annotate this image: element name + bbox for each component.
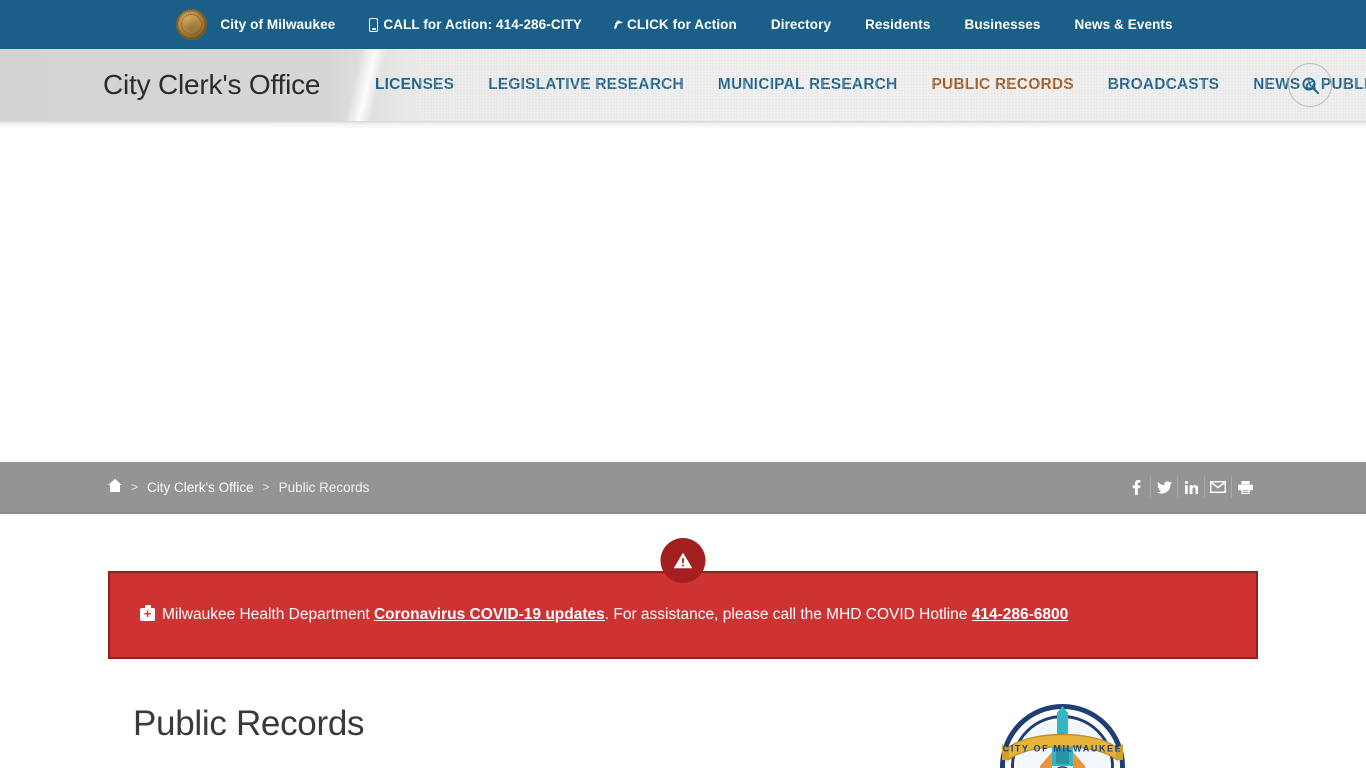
nav-item-broadcasts[interactable]: BROADCASTS	[1091, 76, 1236, 94]
city-clerk-seal-logo: CITY OF MILWAUKEE CO ERK	[1000, 704, 1125, 768]
email-icon	[1210, 481, 1226, 493]
utility-top-bar: City of Milwaukee CALL for Action: 414-2…	[0, 0, 1366, 49]
alert-text-middle: . For assistance, please call the MHD CO…	[604, 605, 972, 623]
nav-item-municipal-research[interactable]: MUNICIPAL RESEARCH	[701, 76, 915, 94]
page-title: Public Records	[133, 704, 365, 743]
main-navigation: LICENSES LEGISLATIVE RESEARCH MUNICIPAL …	[375, 76, 1366, 94]
covid-updates-link[interactable]: Coronavirus COVID-19 updates	[374, 606, 605, 623]
covid-alert-box: Milwaukee Health Department Coronavirus …	[108, 571, 1258, 659]
search-icon	[1301, 76, 1319, 94]
breadcrumb-separator-1: >	[131, 480, 139, 494]
share-email-button[interactable]	[1204, 476, 1231, 498]
medical-kit-icon	[140, 604, 155, 624]
breadcrumb-item-city-clerks-office[interactable]: City Clerk's Office	[147, 480, 254, 495]
topbar-item-city-of-milwaukee[interactable]: City of Milwaukee	[176, 9, 352, 40]
search-button[interactable]	[1288, 63, 1332, 107]
topbar-label-call: CALL for Action: 414-286-CITY	[383, 17, 583, 32]
page-site-title: City Clerk's Office	[103, 69, 321, 100]
breadcrumb: > City Clerk's Office > Public Records	[108, 479, 369, 495]
covid-hotline-phone-link[interactable]: 414-286-6800	[972, 606, 1069, 623]
alert-badge	[660, 538, 706, 583]
breadcrumb-separator-2: >	[262, 480, 270, 494]
alert-text-before: Milwaukee Health Department	[162, 605, 374, 623]
clerk-seal-icon: CITY OF MILWAUKEE CO ERK	[1000, 704, 1125, 768]
nav-item-legislative-research[interactable]: LEGISLATIVE RESEARCH	[471, 76, 701, 94]
hero-banner-area	[0, 129, 1366, 462]
topbar-item-news-events[interactable]: News & Events	[1058, 17, 1190, 32]
linkedin-icon	[1184, 480, 1198, 494]
home-icon	[108, 479, 122, 492]
share-facebook-button[interactable]	[1123, 476, 1150, 498]
facebook-icon	[1132, 479, 1141, 495]
site-header: City Clerk's Office LICENSES LEGISLATIVE…	[0, 49, 1366, 121]
topbar-label-city: City of Milwaukee	[220, 17, 336, 32]
share-twitter-button[interactable]	[1150, 476, 1177, 498]
page-content: Public Records CITY OF MILWAUKEE	[0, 659, 1366, 768]
topbar-item-click-for-action[interactable]: CLICK for Action	[599, 17, 754, 32]
alert-message: Milwaukee Health Department Coronavirus …	[140, 604, 1069, 626]
nav-item-public-records[interactable]: PUBLIC RECORDS	[914, 76, 1090, 94]
topbar-item-residents[interactable]: Residents	[848, 17, 947, 32]
share-print-button[interactable]	[1231, 476, 1258, 498]
cursor-icon	[614, 20, 624, 27]
warning-triangle-icon	[673, 552, 693, 569]
alert-banner-section: Milwaukee Health Department Coronavirus …	[0, 514, 1366, 659]
topbar-item-call-for-action[interactable]: CALL for Action: 414-286-CITY	[352, 17, 599, 32]
phone-icon	[369, 17, 379, 32]
breadcrumb-bar: > City Clerk's Office > Public Records	[0, 462, 1366, 514]
nav-item-licenses[interactable]: LICENSES	[375, 76, 471, 94]
twitter-icon	[1156, 480, 1172, 494]
breadcrumb-home-link[interactable]	[108, 479, 122, 495]
seal-banner-text: CITY OF MILWAUKEE	[1003, 744, 1123, 754]
city-seal-icon	[176, 9, 208, 40]
breadcrumb-item-public-records: Public Records	[278, 479, 370, 495]
social-share-bar	[1123, 476, 1258, 498]
share-linkedin-button[interactable]	[1177, 476, 1204, 498]
topbar-label-click: CLICK for Action	[627, 17, 737, 32]
topbar-item-directory[interactable]: Directory	[754, 17, 848, 32]
header-drop-shadow	[0, 121, 1366, 129]
topbar-item-businesses[interactable]: Businesses	[947, 17, 1057, 32]
print-icon	[1237, 480, 1253, 494]
